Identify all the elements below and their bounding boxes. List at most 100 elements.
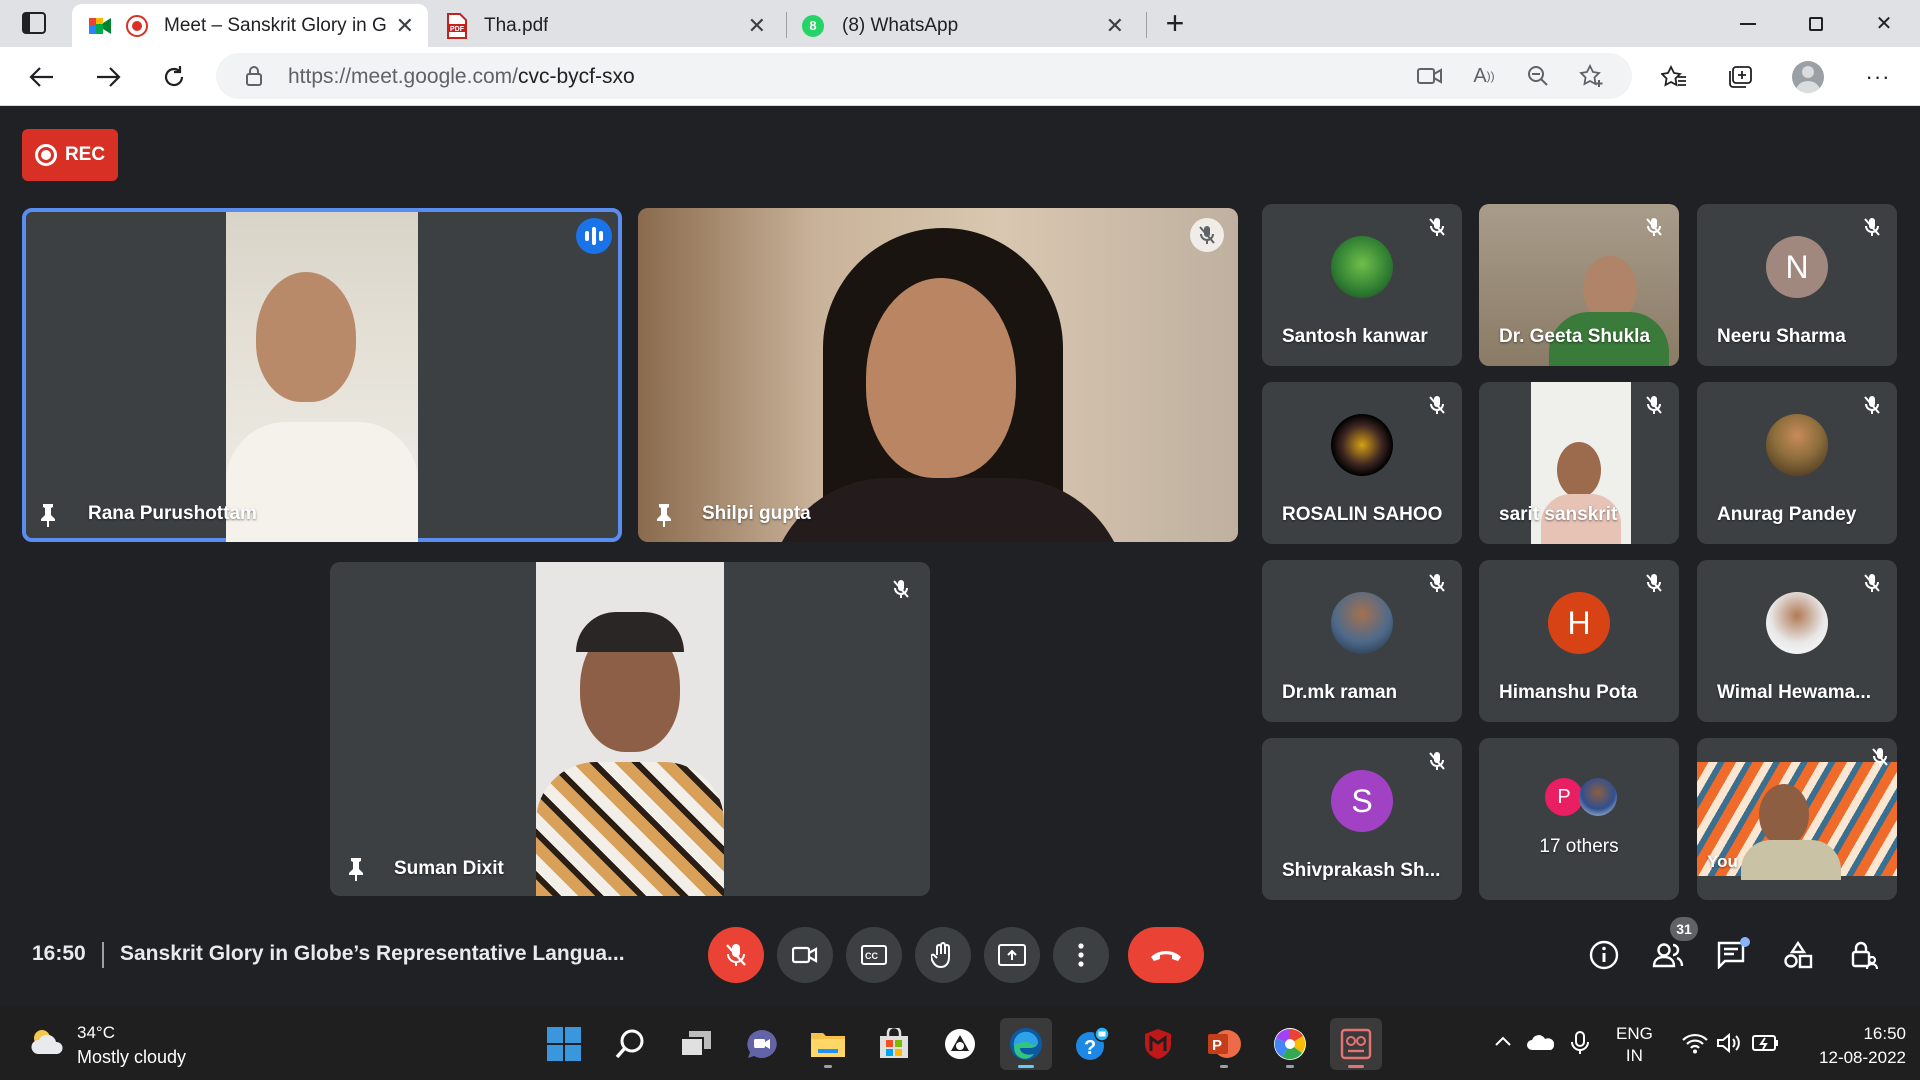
participant-name: Dr. Geeta Shukla: [1499, 326, 1651, 347]
pin-icon[interactable]: [346, 856, 366, 882]
onedrive-icon[interactable]: [1526, 1034, 1555, 1057]
minimize-icon[interactable]: [1720, 0, 1776, 47]
tab-title: Tha.pdf: [484, 14, 549, 36]
tab-title: (8) WhatsApp: [842, 14, 959, 36]
volume-icon[interactable]: [1716, 1032, 1742, 1059]
close-tab-icon[interactable]: ✕: [1106, 13, 1124, 39]
participant-tile-rana[interactable]: Rana Purushottam: [22, 208, 622, 542]
rec-label: REC: [64, 144, 106, 165]
add-favorite-icon[interactable]: [1578, 62, 1606, 90]
people-button[interactable]: [1648, 935, 1688, 975]
url-text[interactable]: https://meet.google.com/cvc-bycf-sxo: [288, 65, 635, 89]
powerpoint-icon: P: [1208, 1030, 1241, 1058]
google-meet-icon: [89, 17, 111, 34]
cloudy-weather-icon[interactable]: [28, 1026, 68, 1058]
pin-icon[interactable]: [654, 502, 674, 528]
muted-icon: [1637, 566, 1671, 600]
help-button[interactable]: ?: [1066, 1018, 1118, 1070]
muted-icon: [1420, 744, 1454, 778]
close-tab-icon[interactable]: ✕: [396, 13, 414, 39]
participant-tile-suman[interactable]: Suman Dixit: [330, 562, 930, 896]
participant-tile[interactable]: N Neeru Sharma: [1697, 204, 1897, 366]
participant-tile[interactable]: Santosh kanwar: [1262, 204, 1462, 366]
tab-whatsapp[interactable]: 8 (8) WhatsApp ✕: [790, 4, 1138, 47]
mic-toggle-button[interactable]: [708, 927, 764, 983]
omnibox[interactable]: https://meet.google.com/cvc-bycf-sxo A)): [216, 53, 1632, 99]
participant-name: Shivprakash Sh...: [1282, 860, 1441, 881]
zoom-icon[interactable]: [1524, 62, 1552, 90]
photos-button[interactable]: [1264, 1018, 1316, 1070]
camera-toggle-button[interactable]: [777, 927, 833, 983]
chat-button[interactable]: [1712, 935, 1752, 975]
clock-time: 16:50: [1863, 1024, 1906, 1043]
present-screen-button[interactable]: [984, 927, 1040, 983]
participant-tile[interactable]: Dr.mk raman: [1262, 560, 1462, 722]
microphone-tray-icon[interactable]: [1570, 1030, 1590, 1061]
meeting-details-button[interactable]: [1584, 935, 1624, 975]
participant-tile[interactable]: Wimal Hewama...: [1697, 560, 1897, 722]
store-button[interactable]: [868, 1018, 920, 1070]
close-window-icon[interactable]: ✕: [1856, 0, 1912, 47]
people-icon: [1652, 943, 1684, 968]
svg-text:P: P: [1212, 1037, 1222, 1054]
app-button[interactable]: [934, 1018, 986, 1070]
participant-tile[interactable]: H Himanshu Pota: [1479, 560, 1679, 722]
lock-icon[interactable]: [240, 62, 268, 90]
muted-icon: [1855, 210, 1889, 244]
profile-avatar-icon[interactable]: [1790, 59, 1826, 95]
participant-tile[interactable]: S Shivprakash Sh...: [1262, 738, 1462, 900]
start-button[interactable]: [538, 1018, 590, 1070]
pin-icon[interactable]: [38, 502, 58, 528]
new-tab-icon[interactable]: +: [1158, 5, 1192, 41]
participant-tile[interactable]: Dr. Geeta Shukla: [1479, 204, 1679, 366]
activities-button[interactable]: [1778, 935, 1818, 975]
divider: [102, 942, 104, 968]
participant-name: ROSALIN SAHOO: [1282, 504, 1443, 525]
recording-tab-icon: [126, 14, 148, 37]
mcafee-shield-icon: [1145, 1029, 1171, 1059]
task-view-icon: [680, 1031, 711, 1057]
pdf-icon: PDF: [447, 12, 467, 39]
captions-button[interactable]: CC: [846, 927, 902, 983]
close-tab-icon[interactable]: ✕: [748, 13, 766, 39]
participant-tile[interactable]: Anurag Pandey: [1697, 382, 1897, 544]
participant-tile[interactable]: sarit sanskrit: [1479, 382, 1679, 544]
back-button[interactable]: [22, 57, 62, 97]
camera-in-use-icon[interactable]: [1416, 62, 1444, 90]
recording-indicator[interactable]: REC: [22, 129, 118, 181]
system-clock[interactable]: 16:50 12-08-2022: [1790, 1022, 1906, 1070]
svg-text:?: ?: [1084, 1037, 1096, 1059]
battery-charging-icon[interactable]: [1752, 1034, 1780, 1057]
file-explorer-button[interactable]: [802, 1018, 854, 1070]
recorder-button[interactable]: [1330, 1018, 1382, 1070]
raise-hand-button[interactable]: [915, 927, 971, 983]
read-aloud-icon[interactable]: A)): [1470, 62, 1498, 90]
edge-browser-button[interactable]: [1000, 1018, 1052, 1070]
participant-tile[interactable]: You: [1697, 738, 1897, 900]
reload-button[interactable]: [154, 57, 194, 97]
language-indicator[interactable]: ENG IN: [1616, 1023, 1653, 1067]
more-menu-icon[interactable]: ···: [1860, 59, 1896, 95]
favorites-icon[interactable]: [1656, 59, 1692, 95]
tab-pdf[interactable]: PDF Tha.pdf ✕: [432, 4, 780, 47]
restore-icon[interactable]: [1788, 0, 1844, 47]
leave-call-button[interactable]: [1128, 927, 1204, 983]
wifi-icon[interactable]: [1682, 1032, 1708, 1059]
powerpoint-button[interactable]: P: [1198, 1018, 1250, 1070]
teams-chat-button[interactable]: [736, 1018, 788, 1070]
host-controls-button[interactable]: [1844, 935, 1884, 975]
avatar: [1766, 414, 1828, 476]
participant-tile[interactable]: ROSALIN SAHOO: [1262, 382, 1462, 544]
tab-actions-icon[interactable]: [22, 12, 46, 34]
forward-button[interactable]: [88, 57, 128, 97]
task-view-button[interactable]: [670, 1018, 722, 1070]
mcafee-button[interactable]: [1132, 1018, 1184, 1070]
more-options-button[interactable]: [1053, 927, 1109, 983]
collections-icon[interactable]: [1722, 59, 1758, 95]
tab-meet[interactable]: Meet – Sanskrit Glory in Glo ✕: [72, 4, 428, 47]
participant-name: Rana Purushottam: [88, 503, 257, 524]
show-hidden-icons-icon[interactable]: [1492, 1030, 1514, 1052]
search-button[interactable]: [604, 1018, 656, 1070]
participant-tile-shilpi[interactable]: Shilpi gupta: [638, 208, 1238, 542]
participant-tile[interactable]: P 17 others: [1479, 738, 1679, 900]
